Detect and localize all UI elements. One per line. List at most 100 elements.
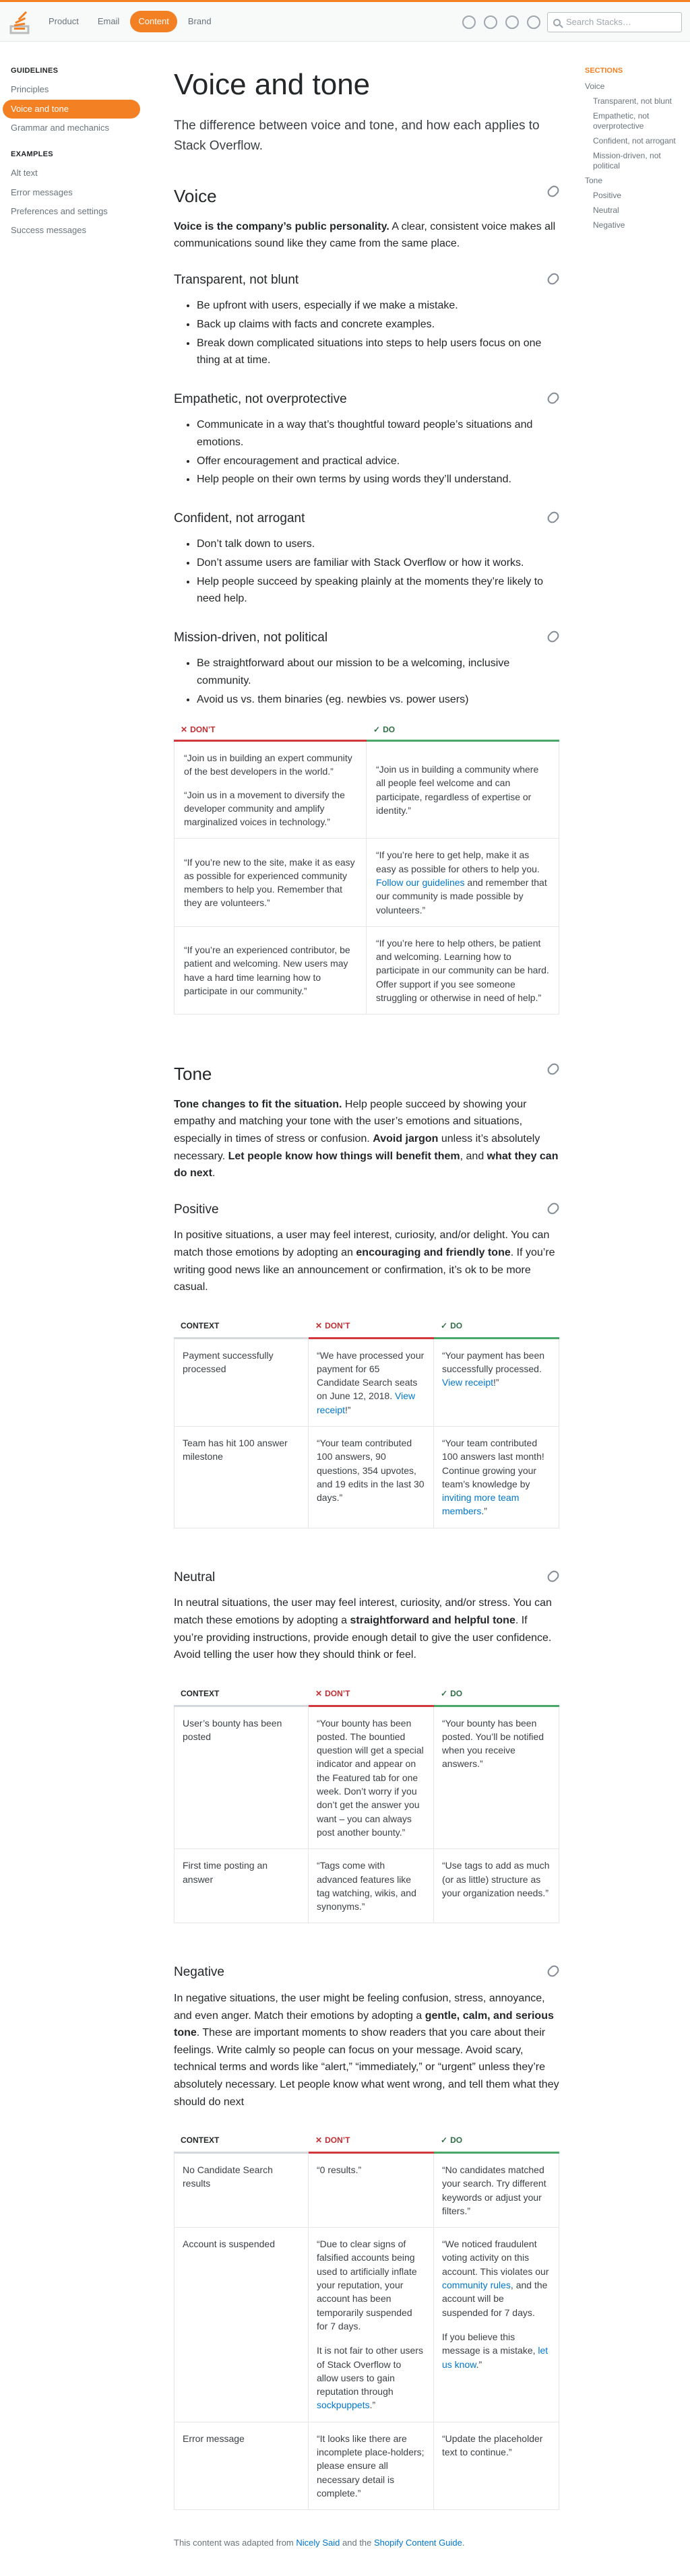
toc-item-negative[interactable]: Negative: [585, 220, 690, 230]
voice-do-dont-grid: ✕ DON’T ✓ DO “Join us in building an exper…: [174, 720, 559, 1015]
toc-item-voice[interactable]: Voice: [585, 82, 690, 92]
link-icon[interactable]: [545, 1964, 561, 1979]
tone-heading: Tone: [174, 1062, 561, 1086]
receipt-link[interactable]: View receipt: [442, 1377, 493, 1388]
context-header: CONTEXT: [174, 1683, 309, 1707]
context-cell: First time posting an answer: [174, 1849, 309, 1924]
context-cell: User’s bounty has been posted: [174, 1706, 309, 1850]
top-bar: Product Email Content Brand Search Stack…: [0, 0, 690, 42]
do-header: ✓ DO: [367, 720, 559, 742]
link-icon[interactable]: [545, 271, 561, 287]
neutral-table: CONTEXT ✕ DON’T ✓ DO User’s bounty has bee…: [174, 1683, 559, 1924]
guidelines-link[interactable]: Follow our guidelines: [376, 877, 465, 888]
do-cell: “Update the placeholder text to continue…: [434, 2422, 559, 2511]
bullet-list: Don’t talk down to users. Don’t assume u…: [197, 536, 559, 607]
table-of-contents: SECTIONS Voice Transparent, not blunt Em…: [582, 42, 690, 2576]
bullet-list: Be straightforward about our mission to …: [197, 655, 559, 708]
toc-item-confident[interactable]: Confident, not arrogant: [585, 136, 690, 146]
context-cell: Account is suspended: [174, 2228, 309, 2422]
toc-item-transparent[interactable]: Transparent, not blunt: [585, 96, 690, 106]
toc-item-mission-driven[interactable]: Mission-driven, not political: [585, 151, 690, 171]
negative-heading: Negative: [174, 1964, 561, 1982]
do-cell: “We noticed fraudulent voting activity o…: [434, 2228, 559, 2422]
check-icon: ✓: [373, 725, 381, 735]
dont-cell: “If you’re an experienced contributor, b…: [174, 926, 367, 1015]
sketch-icon[interactable]: [505, 15, 519, 29]
voice-heading: Voice: [174, 183, 561, 208]
sidebar: GUIDELINES Principles Voice and tone Gra…: [0, 42, 151, 2576]
search-icon: [553, 18, 561, 26]
do-header: ✓ DO: [434, 1315, 559, 1339]
nicely-said-link[interactable]: Nicely Said: [296, 2538, 340, 2548]
x-icon: ✕: [181, 725, 188, 735]
sidebar-item-error-messages[interactable]: Error messages: [11, 183, 140, 202]
sidebar-item-voice-and-tone[interactable]: Voice and tone: [3, 99, 140, 119]
toc-item-positive[interactable]: Positive: [585, 191, 690, 201]
check-icon: ✓: [441, 1320, 448, 1330]
toc-item-empathetic[interactable]: Empathetic, not overprotective: [585, 111, 690, 131]
nav-brand[interactable]: Brand: [180, 11, 220, 32]
link-icon[interactable]: [545, 629, 561, 645]
page-title: Voice and tone: [174, 68, 371, 101]
shopify-guide-link[interactable]: Shopify Content Guide: [374, 2538, 462, 2548]
do-cell: “If you’re here to get help, make it as …: [367, 839, 559, 927]
do-cell: “Use tags to add as much (or as little) …: [434, 1849, 559, 1924]
positive-intro: In positive situations, a user may feel …: [174, 1229, 555, 1293]
list-item: Avoid us vs. them binaries (eg. newbies …: [197, 691, 559, 709]
sockpuppets-link[interactable]: sockpuppets: [317, 2400, 370, 2410]
community-rules-link[interactable]: community rules: [442, 2280, 511, 2290]
bullet-list: Communicate in a way that’s thoughtful t…: [197, 416, 559, 488]
list-item: Don’t assume users are familiar with Sta…: [197, 554, 559, 572]
do-cell: “Your payment has been successfully proc…: [434, 1339, 559, 1427]
link-icon[interactable]: [545, 1568, 561, 1584]
link-icon[interactable]: [545, 1062, 561, 1077]
link-icon[interactable]: [545, 183, 561, 199]
stacks-logo[interactable]: [8, 9, 31, 34]
do-cell: “No candidates matched your search. Try …: [434, 2153, 559, 2228]
nav-email[interactable]: Email: [90, 11, 128, 32]
theme-toggle-icon[interactable]: [527, 15, 540, 29]
sidebar-item-principles[interactable]: Principles: [11, 80, 140, 99]
list-item: Be upfront with users, especially if we …: [197, 297, 559, 315]
toc-item-neutral[interactable]: Neutral: [585, 205, 690, 216]
context-cell: Team has hit 100 answer milestone: [174, 1426, 309, 1528]
voice-section-title: Mission-driven, not political: [174, 629, 561, 647]
do-header: ✓ DO: [434, 2129, 559, 2154]
check-icon: ✓: [441, 2135, 448, 2146]
sidebar-item-grammar[interactable]: Grammar and mechanics: [11, 119, 140, 137]
sidebar-item-success-messages[interactable]: Success messages: [11, 221, 140, 240]
dont-header: ✕ DON’T: [309, 1683, 434, 1707]
negative-intro: In negative situations, the user might b…: [174, 1992, 559, 2108]
dont-header: ✕ DON’T: [309, 1315, 434, 1339]
dont-header: ✕ DON’T: [174, 720, 367, 742]
toc-item-tone[interactable]: Tone: [585, 176, 690, 186]
list-item: Communicate in a way that’s thoughtful t…: [197, 416, 559, 451]
link-icon[interactable]: [545, 1200, 561, 1217]
nav-product[interactable]: Product: [40, 11, 87, 32]
sidebar-item-preferences[interactable]: Preferences and settings: [11, 202, 140, 221]
negative-table: CONTEXT ✕ DON’T ✓ DO No Candidate Search r…: [174, 2129, 559, 2511]
search-input[interactable]: Search Stacks…: [547, 12, 682, 32]
tone-intro: Tone changes to fit the situation. Help …: [174, 1098, 559, 1180]
page-lead: The difference between voice and tone, a…: [174, 119, 540, 153]
dont-cell: “0 results.”: [309, 2153, 434, 2228]
list-item: Help people succeed by speaking plainly …: [197, 573, 559, 608]
dont-header: ✕ DON’T: [309, 2129, 434, 2154]
do-cell: “If you’re here to help others, be patie…: [367, 926, 559, 1015]
link-icon[interactable]: [545, 390, 561, 406]
sidebar-item-alt-text[interactable]: Alt text: [11, 164, 140, 183]
context-cell: Error message: [174, 2422, 309, 2511]
positive-heading: Positive: [174, 1200, 561, 1219]
link-icon[interactable]: [545, 509, 561, 525]
dont-cell: “If you’re new to the site, make it as e…: [174, 839, 367, 927]
dont-cell: “Your team contributed 100 answers, 90 q…: [309, 1426, 434, 1528]
search-placeholder: Search Stacks…: [566, 16, 631, 27]
github-icon[interactable]: [484, 15, 497, 29]
voice-section-title: Confident, not arrogant: [174, 509, 561, 528]
top-nav: Product Email Content Brand: [40, 10, 220, 33]
list-item: Back up claims with facts and concrete e…: [197, 316, 559, 333]
do-cell: “Your bounty has been posted. You’ll be …: [434, 1706, 559, 1850]
bullet-list: Be upfront with users, especially if we …: [197, 297, 559, 368]
nav-content[interactable]: Content: [130, 10, 177, 33]
chart-icon[interactable]: [462, 15, 476, 29]
